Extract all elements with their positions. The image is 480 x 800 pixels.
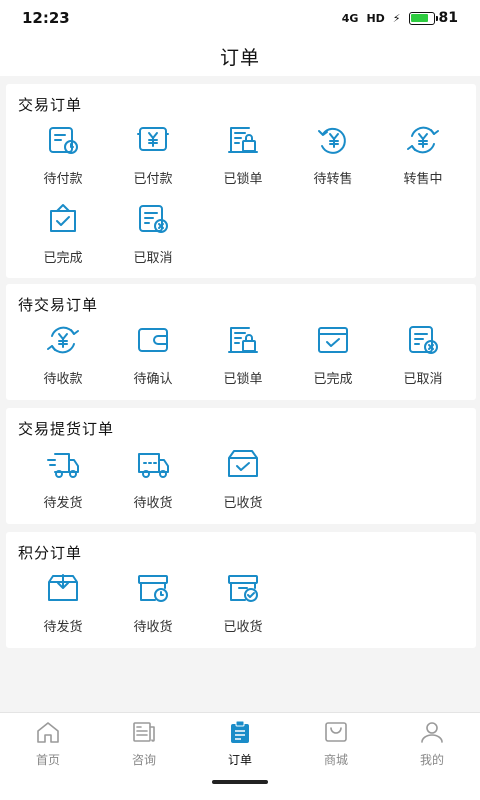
order-status-label: 待转售 — [313, 172, 353, 187]
news-icon — [131, 719, 157, 749]
order-status-item[interactable]: 转售中 — [378, 118, 468, 188]
wallet-icon — [135, 318, 171, 362]
order-status-item[interactable]: 待收款 — [18, 318, 108, 388]
truck-icon — [135, 442, 171, 486]
order-status-label: 已完成 — [313, 372, 353, 387]
order-status-label: 已收货 — [223, 620, 263, 635]
tab-label: 我的 — [419, 753, 444, 767]
section-delivery-orders: 交易提货订单 待发货 待收货 已收货 — [6, 408, 476, 524]
pending-payment-icon — [45, 118, 81, 162]
section-pending-trade-orders: 待交易订单 待收款 待确认 已锁单 已完成 已取消 — [6, 284, 476, 400]
paid-icon — [135, 118, 171, 162]
pending-resale-icon — [315, 118, 351, 162]
section-trade-orders: 交易订单 待付款 已付款 已锁单 待转售 转售中已完成 已取消 — [6, 84, 476, 278]
order-status-item[interactable]: 已收货 — [198, 442, 288, 512]
order-status-item[interactable]: 待收货 — [108, 566, 198, 636]
truck-fast-icon — [45, 442, 81, 486]
tab-shop[interactable]: 商城 — [288, 719, 384, 771]
order-status-label: 已收货 — [223, 496, 263, 511]
order-status-label: 待收款 — [43, 372, 83, 387]
cancelled-icon — [405, 318, 441, 362]
order-status-item[interactable]: 待收货 — [108, 442, 198, 512]
box-check-icon — [225, 442, 261, 486]
section-title: 待交易订单 — [18, 296, 99, 314]
bottom-tab-bar: 首页 咨询 订单 商城 我的 — [0, 712, 480, 800]
locked-order-icon — [225, 318, 261, 362]
shop-icon — [323, 719, 349, 749]
tab-label: 首页 — [35, 753, 60, 767]
section-title: 交易提货订单 — [18, 420, 115, 438]
order-status-item[interactable]: 已完成 — [18, 197, 108, 267]
home-icon — [35, 719, 61, 749]
order-status-item[interactable]: 已收货 — [198, 566, 288, 636]
section-points-orders: 积分订单 待发货 待收货 已收货 — [6, 532, 476, 648]
reselling-icon — [405, 118, 441, 162]
charging-icon: ⚡ — [392, 11, 401, 25]
order-status-item[interactable]: 待发货 — [18, 442, 108, 512]
status-bar: 12:23 4G HD ⚡ 81 — [0, 0, 480, 36]
status-icons: 4G HD ⚡ 81 — [342, 10, 458, 26]
tab-news[interactable]: 咨询 — [96, 719, 192, 771]
tab-home[interactable]: 首页 — [0, 719, 96, 771]
pending-receipt-icon — [45, 318, 81, 362]
order-status-item[interactable]: 待发货 — [18, 566, 108, 636]
tab-orders[interactable]: 订单 — [192, 719, 288, 771]
tab-label: 订单 — [227, 753, 252, 767]
tab-label: 商城 — [323, 753, 348, 767]
cancelled-icon — [135, 197, 171, 241]
battery-fill — [411, 14, 429, 22]
order-status-item[interactable]: 已锁单 — [198, 318, 288, 388]
order-status-item[interactable]: 已锁单 — [198, 118, 288, 188]
completed-icon — [315, 318, 351, 362]
order-status-label: 已取消 — [133, 251, 173, 266]
order-status-label: 待发货 — [43, 620, 83, 635]
completed-bag-icon — [45, 197, 81, 241]
hd-icon: HD — [366, 11, 385, 25]
user-icon — [419, 719, 445, 749]
order-status-item[interactable]: 已付款 — [108, 118, 198, 188]
order-status-label: 待收货 — [133, 496, 173, 511]
order-status-item[interactable]: 待确认 — [108, 318, 198, 388]
order-status-item[interactable]: 已取消 — [378, 318, 468, 388]
order-status-label: 已完成 — [43, 251, 83, 266]
section-title: 交易订单 — [18, 96, 83, 114]
box-download-icon — [45, 566, 81, 610]
order-status-item[interactable]: 已完成 — [288, 318, 378, 388]
order-status-item[interactable]: 待转售 — [288, 118, 378, 188]
locked-order-icon — [225, 118, 261, 162]
order-status-label: 已锁单 — [223, 372, 263, 387]
order-status-label: 待确认 — [133, 372, 173, 387]
battery-icon — [408, 11, 438, 25]
order-status-label: 已付款 — [133, 172, 173, 187]
page-title: 订单 — [219, 46, 260, 69]
battery-percent: 81 — [438, 10, 458, 26]
signal-icon: 4G — [341, 11, 359, 25]
order-status-item[interactable]: 已取消 — [108, 197, 198, 267]
order-status-item[interactable]: 待付款 — [18, 118, 108, 188]
box-done-icon — [225, 566, 261, 610]
tab-user[interactable]: 我的 — [384, 719, 480, 771]
status-time: 12:23 — [22, 9, 70, 27]
order-status-label: 已取消 — [403, 372, 443, 387]
orders-icon — [227, 719, 253, 749]
order-status-label: 待收货 — [133, 620, 173, 635]
order-status-label: 待付款 — [43, 172, 83, 187]
tab-label: 咨询 — [131, 753, 156, 767]
home-indicator — [212, 780, 268, 784]
page-header: 订单 — [0, 36, 480, 76]
box-clock-icon — [135, 566, 171, 610]
section-title: 积分订单 — [18, 544, 83, 562]
battery-indicator: 81 — [408, 10, 458, 26]
order-status-label: 已锁单 — [223, 172, 263, 187]
order-status-label: 待发货 — [43, 496, 83, 511]
order-status-label: 转售中 — [403, 172, 443, 187]
